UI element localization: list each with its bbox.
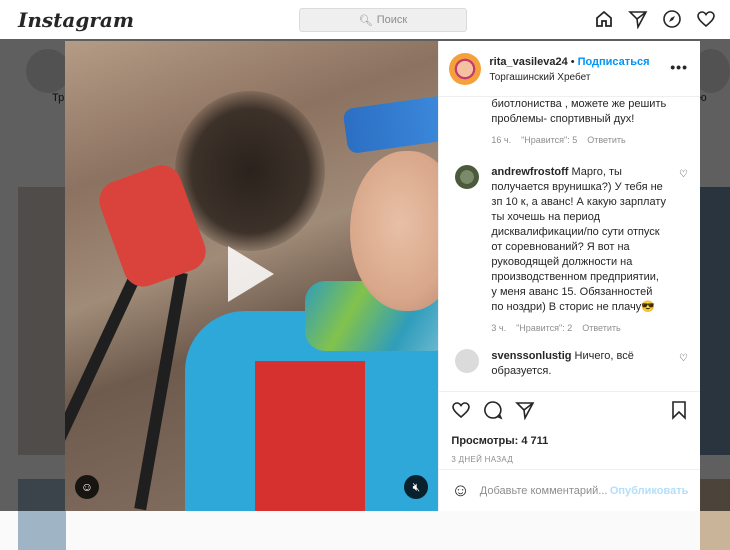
comment-username[interactable]: andrewfrostoff xyxy=(491,166,568,178)
post-video[interactable]: ☺ 🔇︎ xyxy=(65,41,439,511)
instagram-logo[interactable]: Instagram xyxy=(18,8,134,32)
comments-list[interactable]: биотлониства , можете же решить проблемы… xyxy=(439,97,700,389)
comment-username[interactable]: svenssonlustig xyxy=(491,350,571,362)
post-date[interactable]: 3 ДНЕЙ НАЗАД xyxy=(451,455,688,464)
comment-like-icon[interactable]: ♡ xyxy=(679,169,688,180)
comment-likes[interactable]: "Нравится": 2 xyxy=(516,323,572,333)
caption-block: биотлониства , можете же решить проблемы… xyxy=(455,97,688,145)
post-actions: Просмотры: 4 711 3 ДНЕЙ НАЗАД xyxy=(439,391,701,464)
caption-meta: 16 ч. "Нравится": 5 Ответить xyxy=(491,135,688,145)
caption-time[interactable]: 16 ч. xyxy=(491,135,511,145)
emoji-icon[interactable]: ☺ xyxy=(451,480,469,501)
comment-meta: 3 ч. "Нравится": 2 Ответить xyxy=(491,323,666,333)
author-info: rita_vasileva24 • Подписаться Торгашинский… xyxy=(489,53,649,85)
separator-dot: • xyxy=(570,55,575,68)
nav-icons xyxy=(594,9,716,30)
ski-pole-left xyxy=(65,250,152,492)
top-navbar: Instagram 🔍︎ Поиск xyxy=(0,0,730,40)
post-header: rita_vasileva24 • Подписаться Торгашинский… xyxy=(439,41,700,97)
action-icons xyxy=(451,400,688,425)
search-box[interactable]: 🔍︎ Поиск xyxy=(299,8,467,32)
play-icon[interactable] xyxy=(228,246,274,302)
explore-icon[interactable] xyxy=(662,9,682,29)
caption-reply[interactable]: Ответить xyxy=(587,135,625,145)
direct-icon[interactable] xyxy=(628,9,648,30)
share-icon[interactable] xyxy=(515,400,535,425)
caption-likes[interactable]: "Нравится": 5 xyxy=(521,135,577,145)
publish-button[interactable]: Опубликовать xyxy=(610,485,689,497)
caption-text: биотлониства , можете же решить проблемы… xyxy=(491,98,667,125)
follow-button[interactable]: Подписаться xyxy=(578,56,650,68)
comment-icon[interactable] xyxy=(483,400,503,425)
home-icon[interactable] xyxy=(594,9,614,29)
activity-heart-icon[interactable] xyxy=(696,9,716,29)
comment-reply[interactable]: Ответить xyxy=(582,323,620,333)
tagged-user-icon[interactable]: ☺ xyxy=(75,475,99,499)
more-options-icon[interactable]: ••• xyxy=(670,59,688,75)
search-icon: 🔍︎ xyxy=(358,14,373,27)
comment-item: svenssonlustig Ничего, всё образуется. ♡ xyxy=(455,349,688,379)
like-icon[interactable] xyxy=(451,400,471,425)
commenter-avatar[interactable] xyxy=(455,165,480,189)
comment-input[interactable]: Добавьте комментарий... xyxy=(480,485,610,497)
red-inner-jacket xyxy=(255,361,365,511)
headband xyxy=(342,92,439,155)
search-placeholder: Поиск xyxy=(376,14,408,26)
comment-time[interactable]: 3 ч. xyxy=(491,323,506,333)
commenter-avatar[interactable] xyxy=(455,349,480,373)
post-modal: ☺ 🔇︎ rita_vasileva24 • Подписаться Торгаши… xyxy=(65,41,701,511)
post-location[interactable]: Торгашинский Хребет xyxy=(489,70,649,85)
add-comment-bar: ☺ Добавьте комментарий... Опубликовать xyxy=(439,469,701,511)
author-username[interactable]: rita_vasileva24 xyxy=(489,56,567,68)
ski-pole-right xyxy=(134,271,188,511)
views-count[interactable]: Просмотры: 4 711 xyxy=(451,435,688,447)
comment-like-icon[interactable]: ♡ xyxy=(679,353,688,364)
comment-item: andrewfrostoff Марго, ты получается врун… xyxy=(455,165,688,333)
author-avatar[interactable] xyxy=(449,52,482,85)
save-bookmark-icon[interactable] xyxy=(670,400,688,425)
post-side-panel: rita_vasileva24 • Подписаться Торгашинский… xyxy=(438,41,701,511)
comment-text: Марго, ты получается врунишка?) У тебя н… xyxy=(491,166,666,313)
